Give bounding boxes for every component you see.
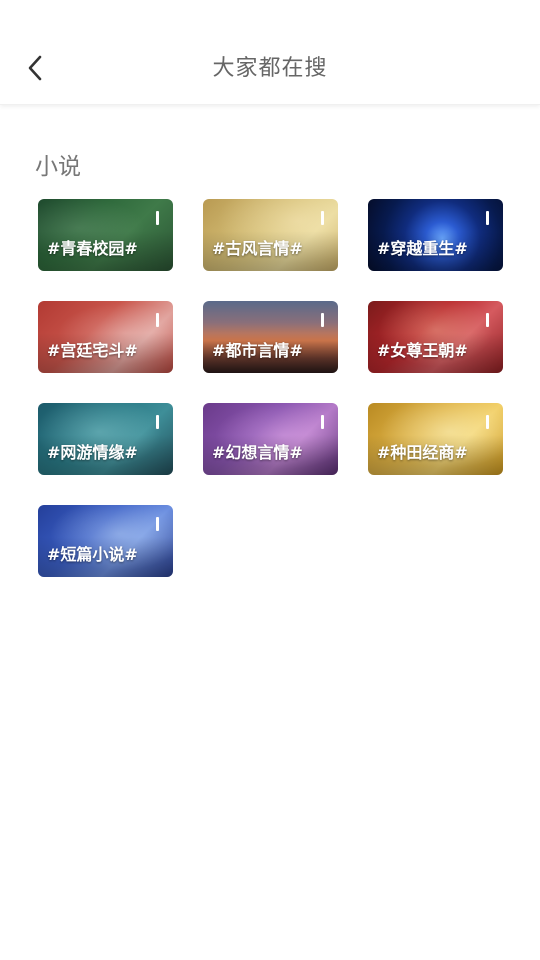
topic-card-farming-business[interactable]: #种田经商# — [368, 403, 503, 475]
page-title: 大家都在搜 — [212, 56, 328, 81]
card-label: #种田经商# — [377, 443, 468, 462]
top-bar: 大家都在搜 — [0, 0, 540, 105]
topic-card-fantasy-romance[interactable]: #幻想言情# — [203, 403, 338, 475]
topic-card-matriarchal-dynasty[interactable]: #女尊王朝# — [368, 301, 503, 373]
card-label: #短篇小说# — [47, 545, 138, 564]
card-label: #宫廷宅斗# — [47, 341, 138, 360]
card-marker — [486, 415, 489, 429]
page: 大家都在搜 小说 #青春校园# #古风言情# #穿越重生# #宫廷宅斗# #都市… — [0, 0, 540, 960]
card-label: #古风言情# — [212, 239, 303, 258]
card-label: #网游情缘# — [47, 443, 138, 462]
card-label: #幻想言情# — [212, 443, 303, 462]
card-marker — [156, 211, 159, 225]
topic-card-urban-romance[interactable]: #都市言情# — [203, 301, 338, 373]
topic-card-short-stories[interactable]: #短篇小说# — [38, 505, 173, 577]
card-label: #都市言情# — [212, 341, 303, 360]
card-marker — [156, 313, 159, 327]
topic-card-online-game[interactable]: #网游情缘# — [38, 403, 173, 475]
card-marker — [156, 415, 159, 429]
card-label: #青春校园# — [47, 239, 138, 258]
section-title-novels: 小说 — [35, 154, 81, 180]
card-marker — [321, 211, 324, 225]
card-label: #女尊王朝# — [377, 341, 468, 360]
card-marker — [321, 415, 324, 429]
card-marker — [321, 313, 324, 327]
card-marker — [486, 211, 489, 225]
topic-card-time-travel[interactable]: #穿越重生# — [368, 199, 503, 271]
topic-card-palace-intrigue[interactable]: #宫廷宅斗# — [38, 301, 173, 373]
topic-card-ancient-romance[interactable]: #古风言情# — [203, 199, 338, 271]
topic-card-youth-campus[interactable]: #青春校园# — [38, 199, 173, 271]
card-marker — [156, 517, 159, 531]
card-marker — [486, 313, 489, 327]
card-label: #穿越重生# — [377, 239, 468, 258]
